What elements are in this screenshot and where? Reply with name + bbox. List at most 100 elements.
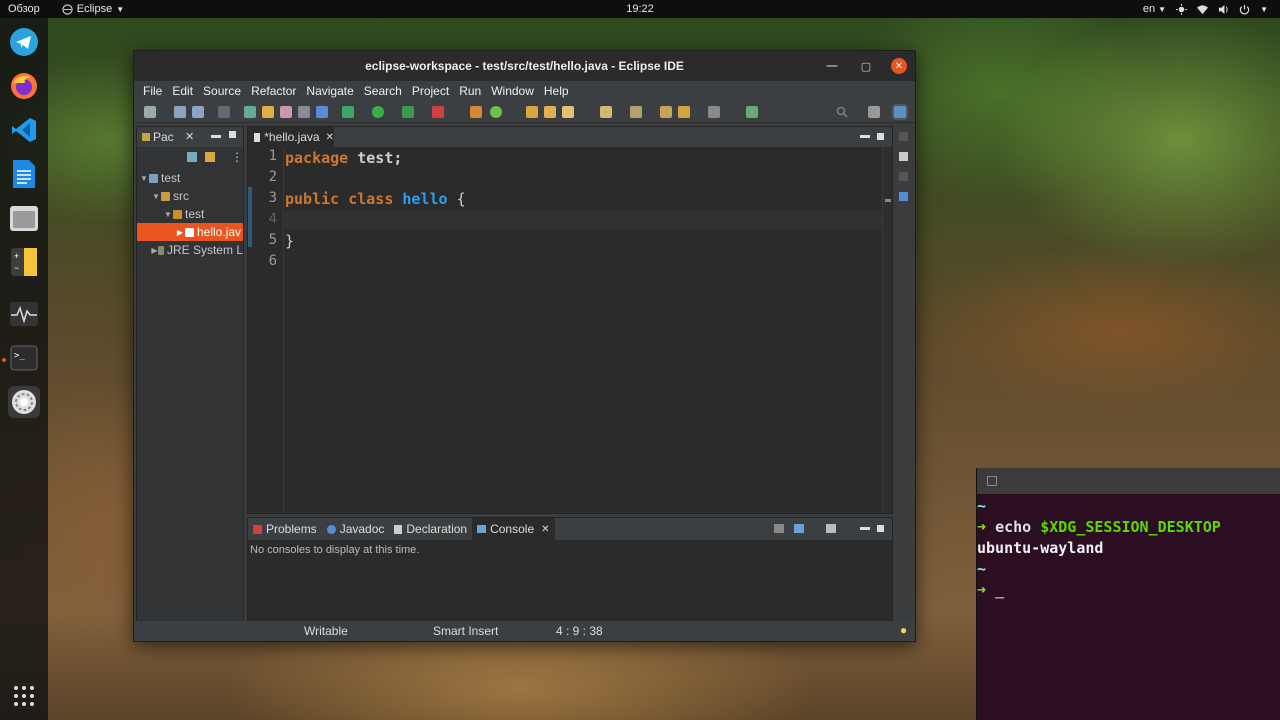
- new-class-icon[interactable]: [490, 106, 502, 118]
- java-perspective-icon[interactable]: [892, 104, 908, 120]
- system-monitor-icon[interactable]: [8, 298, 40, 330]
- run-icon[interactable]: [372, 106, 384, 118]
- external-tools-icon[interactable]: [432, 106, 444, 118]
- svg-text:−: −: [14, 263, 19, 273]
- status-cursor-position[interactable]: 4 : 9 : 38: [556, 624, 603, 638]
- prev-annotation-icon[interactable]: [630, 106, 642, 118]
- view-menu-icon[interactable]: ⋮: [231, 150, 243, 164]
- menu-source[interactable]: Source: [198, 84, 246, 98]
- text-editor-icon[interactable]: [8, 158, 40, 190]
- minimize-icon[interactable]: ▬: [211, 130, 221, 141]
- maximize-icon[interactable]: [229, 131, 236, 138]
- task-list-icon[interactable]: [899, 192, 908, 201]
- brightness-icon[interactable]: [1176, 3, 1188, 15]
- close-button[interactable]: ✕: [891, 58, 907, 74]
- terminal-icon[interactable]: >_: [8, 342, 40, 374]
- firefox-icon[interactable]: [8, 70, 40, 102]
- minimize-icon[interactable]: ▬: [860, 522, 870, 533]
- menu-edit[interactable]: Edit: [167, 84, 198, 98]
- search-icon[interactable]: [836, 106, 848, 118]
- menu-project[interactable]: Project: [407, 84, 454, 98]
- overview-ruler[interactable]: [882, 147, 892, 513]
- save-icon[interactable]: [174, 106, 186, 118]
- new-tab-icon[interactable]: [987, 476, 997, 486]
- app-grid-icon[interactable]: [8, 680, 40, 712]
- status-insert-mode[interactable]: Smart Insert: [433, 624, 498, 638]
- window-titlebar[interactable]: eclipse-workspace - test/src/test/hello.…: [134, 51, 915, 81]
- last-edit-icon[interactable]: [660, 106, 672, 118]
- volume-icon[interactable]: [1218, 4, 1229, 15]
- minimize-button[interactable]: —: [824, 58, 840, 74]
- block-selection-icon[interactable]: [280, 106, 292, 118]
- forward-icon[interactable]: [708, 106, 720, 118]
- maximize-icon[interactable]: [877, 133, 884, 140]
- maximize-icon[interactable]: [877, 525, 884, 532]
- tab-console[interactable]: Console ✕: [472, 518, 555, 540]
- tab-declaration[interactable]: Declaration: [389, 518, 472, 540]
- restore-icon[interactable]: [899, 132, 908, 141]
- annotation-icon[interactable]: [600, 106, 612, 118]
- wifi-icon[interactable]: [1197, 4, 1209, 15]
- tree-item-jre[interactable]: ▶ JRE System L: [137, 241, 243, 259]
- save-all-icon[interactable]: [192, 106, 204, 118]
- menu-search[interactable]: Search: [359, 84, 407, 98]
- open-perspective-icon[interactable]: [868, 106, 880, 118]
- tree-item-package[interactable]: ▼ test: [137, 205, 243, 223]
- restore-icon[interactable]: [899, 172, 908, 181]
- lightbulb-icon[interactable]: ●: [900, 623, 907, 637]
- tree-item-src[interactable]: ▼ src: [137, 187, 243, 205]
- terminal-window[interactable]: ~ ➜ echo $XDG_SESSION_DESKTOP ubuntu-way…: [976, 468, 1280, 720]
- close-icon[interactable]: ✕: [326, 132, 334, 143]
- outline-icon[interactable]: [899, 152, 908, 161]
- menu-run[interactable]: Run: [454, 84, 486, 98]
- close-icon[interactable]: ✕: [185, 130, 194, 143]
- code-area[interactable]: package test; public class hello { }: [285, 147, 882, 513]
- coverage-icon[interactable]: [402, 106, 414, 118]
- link-editor-icon[interactable]: [205, 152, 215, 162]
- package-explorer-tab[interactable]: Pac ✕ ▬: [137, 127, 243, 147]
- maximize-button[interactable]: ▢: [858, 58, 874, 74]
- open-console-icon[interactable]: [826, 524, 836, 533]
- clock[interactable]: 19:22: [0, 3, 1280, 15]
- keyboard-layout[interactable]: en ▼: [1143, 3, 1166, 15]
- vscode-icon[interactable]: [8, 114, 40, 146]
- access-icon[interactable]: [746, 106, 758, 118]
- editor-tab-hello[interactable]: *hello.java ✕: [248, 127, 334, 147]
- telegram-icon[interactable]: [8, 26, 40, 58]
- tab-problems[interactable]: Problems: [248, 518, 322, 540]
- files-icon[interactable]: [8, 202, 40, 234]
- display-console-icon[interactable]: [774, 524, 784, 533]
- mark-occurrences-icon[interactable]: [262, 106, 274, 118]
- open-type-icon[interactable]: [526, 106, 538, 118]
- show-whitespace-icon[interactable]: [298, 106, 310, 118]
- tree-item-file[interactable]: ▶ hello.jav: [137, 223, 243, 241]
- debug-icon[interactable]: [342, 106, 354, 118]
- new-icon[interactable]: [144, 106, 156, 118]
- menu-file[interactable]: File: [138, 84, 167, 98]
- collapse-all-icon[interactable]: [187, 152, 197, 162]
- pin-console-icon[interactable]: [794, 524, 804, 533]
- open-task-icon[interactable]: [544, 106, 556, 118]
- power-icon[interactable]: [1239, 4, 1250, 15]
- activities-button[interactable]: Обзор: [0, 3, 48, 15]
- eclipse-app-icon: [62, 3, 73, 15]
- close-icon[interactable]: ✕: [541, 524, 549, 535]
- terminal-path: ~: [977, 497, 987, 515]
- back-icon[interactable]: [678, 106, 690, 118]
- settings-icon[interactable]: [8, 386, 40, 418]
- menu-help[interactable]: Help: [539, 84, 574, 98]
- menu-navigate[interactable]: Navigate: [301, 84, 358, 98]
- tab-javadoc[interactable]: Javadoc: [322, 518, 390, 540]
- menu-window[interactable]: Window: [486, 84, 539, 98]
- search-tool-icon[interactable]: [562, 106, 574, 118]
- chevron-down-icon[interactable]: ▼: [1260, 5, 1268, 14]
- new-java-project-icon[interactable]: [470, 106, 482, 118]
- pin-icon[interactable]: [316, 106, 328, 118]
- menu-refactor[interactable]: Refactor: [246, 84, 301, 98]
- tree-item-project[interactable]: ▼ test: [137, 169, 243, 187]
- open-console-icon[interactable]: [218, 106, 230, 118]
- app-menu[interactable]: Eclipse ▼: [48, 3, 138, 15]
- calculator-icon[interactable]: + −: [8, 246, 40, 278]
- toggle-icon[interactable]: [244, 106, 256, 118]
- minimize-icon[interactable]: ▬: [860, 130, 870, 141]
